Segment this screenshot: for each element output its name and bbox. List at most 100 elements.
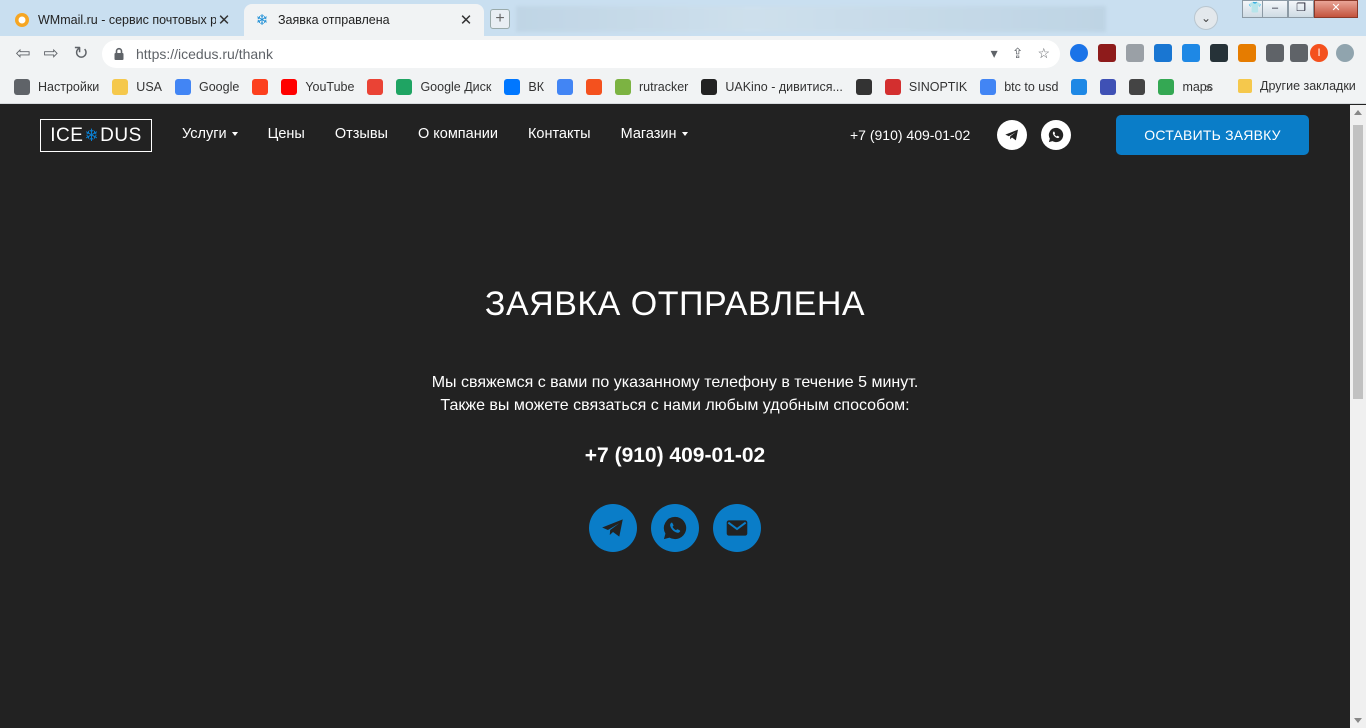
background-tabs <box>516 6 1106 32</box>
scroll-up-icon[interactable] <box>1354 110 1362 115</box>
new-tab-button[interactable]: + <box>490 9 510 29</box>
telegram-icon[interactable] <box>589 504 637 552</box>
nav-item-0[interactable]: Услуги <box>182 126 238 142</box>
contact-phone[interactable]: +7 (910) 409-01-02 <box>0 444 1350 468</box>
leave-request-button[interactable]: ОСТАВИТЬ ЗАЯВКУ <box>1116 115 1309 155</box>
forward-icon[interactable]: ⇨ <box>40 42 62 64</box>
bookmark-sinoptik[interactable]: SINOPTIK <box>884 79 967 95</box>
extension-download-icon[interactable] <box>1182 44 1200 62</box>
chevron-icon <box>1100 79 1117 95</box>
nav-item-5[interactable]: Магазин <box>621 126 688 142</box>
bookmark-rutracker[interactable]: rutracker <box>615 79 688 95</box>
email-icon[interactable] <box>713 504 761 552</box>
bookmark-настройки[interactable]: Настройки <box>14 79 99 95</box>
scroll-thumb[interactable] <box>1353 125 1363 399</box>
bookmark-google[interactable]: Google <box>175 79 239 95</box>
nav-item-2[interactable]: Отзывы <box>335 126 388 142</box>
bookmark-label: Google <box>199 80 240 94</box>
bookmark-f[interactable] <box>586 79 603 95</box>
reload-icon[interactable]: ↻ <box>70 42 92 64</box>
back-icon[interactable]: ⇦ <box>12 42 34 64</box>
yandex-icon <box>252 79 269 95</box>
tab-thank[interactable]: ❄ Заявка отправлена ✕ <box>244 4 484 36</box>
extension-round-icon[interactable] <box>1336 44 1354 62</box>
bookmark-label: ВК <box>528 80 545 94</box>
extension-globe-icon[interactable] <box>1070 44 1088 62</box>
tab-close-icon[interactable]: ✕ <box>458 11 474 29</box>
minimize-button[interactable]: – <box>1262 0 1288 18</box>
snowflake-icon: ❄ <box>84 125 100 145</box>
tab-wmmail[interactable]: WMmail.ru - сервис почтовых рас ✕ <box>4 4 242 36</box>
bookmark-uakino-дивитися-[interactable]: UAKino - дивитися... <box>701 79 843 95</box>
tab-search-icon[interactable]: ⌄ <box>1194 6 1218 30</box>
site-logo[interactable]: ICE ❄ DUS <box>40 119 152 152</box>
nav-item-label: Услуги <box>182 126 227 142</box>
page-content: ICE ❄ DUS Услуги Цены Отзывы О компании Конт… <box>0 105 1350 728</box>
page-title: ЗАЯВКА ОТПРАВЛЕНА <box>484 285 866 323</box>
bookmark-chess[interactable] <box>855 79 872 95</box>
star-icon[interactable]: ☆ <box>1037 45 1050 62</box>
wmmail-favicon-icon <box>14 12 30 28</box>
nav-item-1[interactable]: Цены <box>268 126 305 142</box>
downloads-icon[interactable] <box>1290 44 1308 62</box>
bookmark-google-translate[interactable] <box>557 79 574 95</box>
close-window-button[interactable]: ✕ <box>1314 0 1358 18</box>
header-telegram-icon[interactable] <box>997 120 1027 150</box>
google-drive-icon <box>396 79 413 95</box>
address-bar[interactable]: https://icedus.ru/thank ▾ ⇪ ☆ <box>102 40 1060 68</box>
whatsapp-icon[interactable] <box>651 504 699 552</box>
thermometer-icon <box>884 79 901 95</box>
bookmark-bc[interactable] <box>1129 79 1146 95</box>
nav-item-3[interactable]: О компании <box>418 126 498 142</box>
bookmark-gmail[interactable] <box>367 79 384 95</box>
bookmark-yandex[interactable] <box>252 79 269 95</box>
gmail-icon <box>367 79 384 95</box>
extensions-puzzle-icon[interactable] <box>1266 44 1284 62</box>
nav-item-label: Магазин <box>620 126 677 142</box>
bookmark-вк[interactable]: ВК <box>504 79 544 95</box>
bookmark-google-диск[interactable]: Google Диск <box>396 79 491 95</box>
uakino-icon <box>701 79 718 95</box>
vk-icon <box>504 79 521 95</box>
extension-chart-icon[interactable] <box>1238 44 1256 62</box>
maps-icon <box>1158 79 1175 95</box>
bookmarks-overflow-button[interactable]: » <box>1205 79 1213 95</box>
header-phone[interactable]: +7 (910) 409-01-02 <box>850 127 970 143</box>
confirmation-message: Мы свяжемся с вами по указанному телефон… <box>0 371 1350 417</box>
extension-v-icon[interactable] <box>1154 44 1172 62</box>
message-line-1: Мы свяжемся с вами по указанному телефон… <box>431 374 919 391</box>
url-text: https://icedus.ru/thank <box>136 46 273 62</box>
bookmark-youtube[interactable]: YouTube <box>281 79 354 95</box>
maximize-button[interactable]: ❐ <box>1288 0 1314 18</box>
bookmark-usa[interactable]: USA <box>112 79 162 95</box>
page-scrollbar[interactable] <box>1350 105 1366 728</box>
scroll-down-icon[interactable] <box>1354 718 1362 723</box>
extension-terminal-icon[interactable] <box>1210 44 1228 62</box>
dropdown-icon[interactable]: ▾ <box>991 45 998 62</box>
nav-item-4[interactable]: Контакты <box>528 126 591 142</box>
tab-close-icon[interactable]: ✕ <box>216 11 232 29</box>
caret-down-icon <box>681 132 688 137</box>
gear-icon <box>14 79 30 95</box>
logo-text-right: DUS <box>100 124 142 146</box>
extension-briefcase-icon[interactable] <box>1126 44 1144 62</box>
logo-text-left: ICE <box>50 124 84 146</box>
bookmark-btc-to-usd[interactable]: btc to usd <box>980 79 1058 95</box>
google-translate-icon <box>557 79 574 95</box>
tab-title: Заявка отправлена <box>278 13 390 27</box>
profile-avatar[interactable]: I <box>1310 44 1328 62</box>
share-icon[interactable]: ⇪ <box>1012 45 1024 62</box>
snowflake-favicon-icon: ❄ <box>255 12 269 29</box>
folder-icon <box>1238 79 1252 93</box>
header-whatsapp-icon[interactable] <box>1041 120 1071 150</box>
other-bookmarks-label: Другие закладки <box>1260 79 1356 93</box>
caret-down-icon <box>231 132 238 137</box>
other-bookmarks[interactable]: Другие закладки <box>1238 79 1356 93</box>
bookmarks-bar: Настройки USA Google YouTube Google Диск ВК ru… <box>0 71 1366 104</box>
bookmark-chevron[interactable] <box>1100 79 1117 95</box>
bookmark-p[interactable] <box>1071 79 1088 95</box>
bookmark-label: rutracker <box>639 80 689 94</box>
google-icon <box>980 79 997 95</box>
extension-ublock-icon[interactable] <box>1098 44 1116 62</box>
tab-strip: WMmail.ru - сервис почтовых рас ✕ ❄ Заяв… <box>0 0 1366 36</box>
